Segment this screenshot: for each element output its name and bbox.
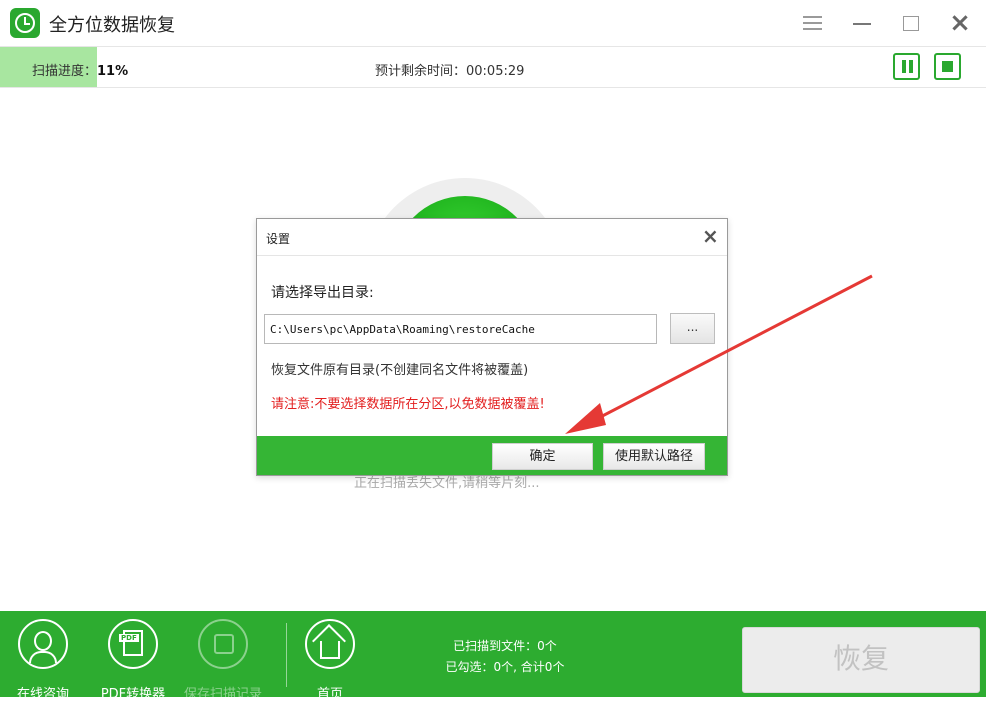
restore-button[interactable]: 恢复	[742, 627, 980, 693]
tool-label: PDF转换器	[100, 687, 166, 702]
toolbar-divider	[286, 623, 287, 687]
tool-label: 保存扫描记录	[183, 687, 262, 702]
scan-stats: 已扫描到文件：0个 已勾选：0个, 合计0个	[420, 636, 590, 678]
pdf-icon: PDF	[108, 619, 158, 669]
headset-icon	[18, 619, 68, 669]
home-button[interactable]: 首页	[290, 619, 370, 702]
bottom-toolbar: 在线咨询 PDF PDF转换器 保存扫描记录 首页 已扫描到文件：0个 已勾选：…	[0, 611, 986, 702]
save-record-icon	[198, 619, 248, 669]
annotation-arrow	[565, 274, 873, 434]
save-scan-record-button[interactable]: 保存扫描记录	[183, 619, 263, 702]
selected-count: 已勾选：0个, 合计0个	[445, 660, 565, 674]
pdf-converter-button[interactable]: PDF PDF转换器	[93, 619, 173, 702]
scanned-files-count: 已扫描到文件：0个	[453, 639, 557, 653]
tool-label: 在线咨询	[16, 687, 69, 702]
online-consult-button[interactable]: 在线咨询	[3, 619, 83, 702]
tool-label: 首页	[316, 687, 343, 702]
home-icon	[305, 619, 355, 669]
